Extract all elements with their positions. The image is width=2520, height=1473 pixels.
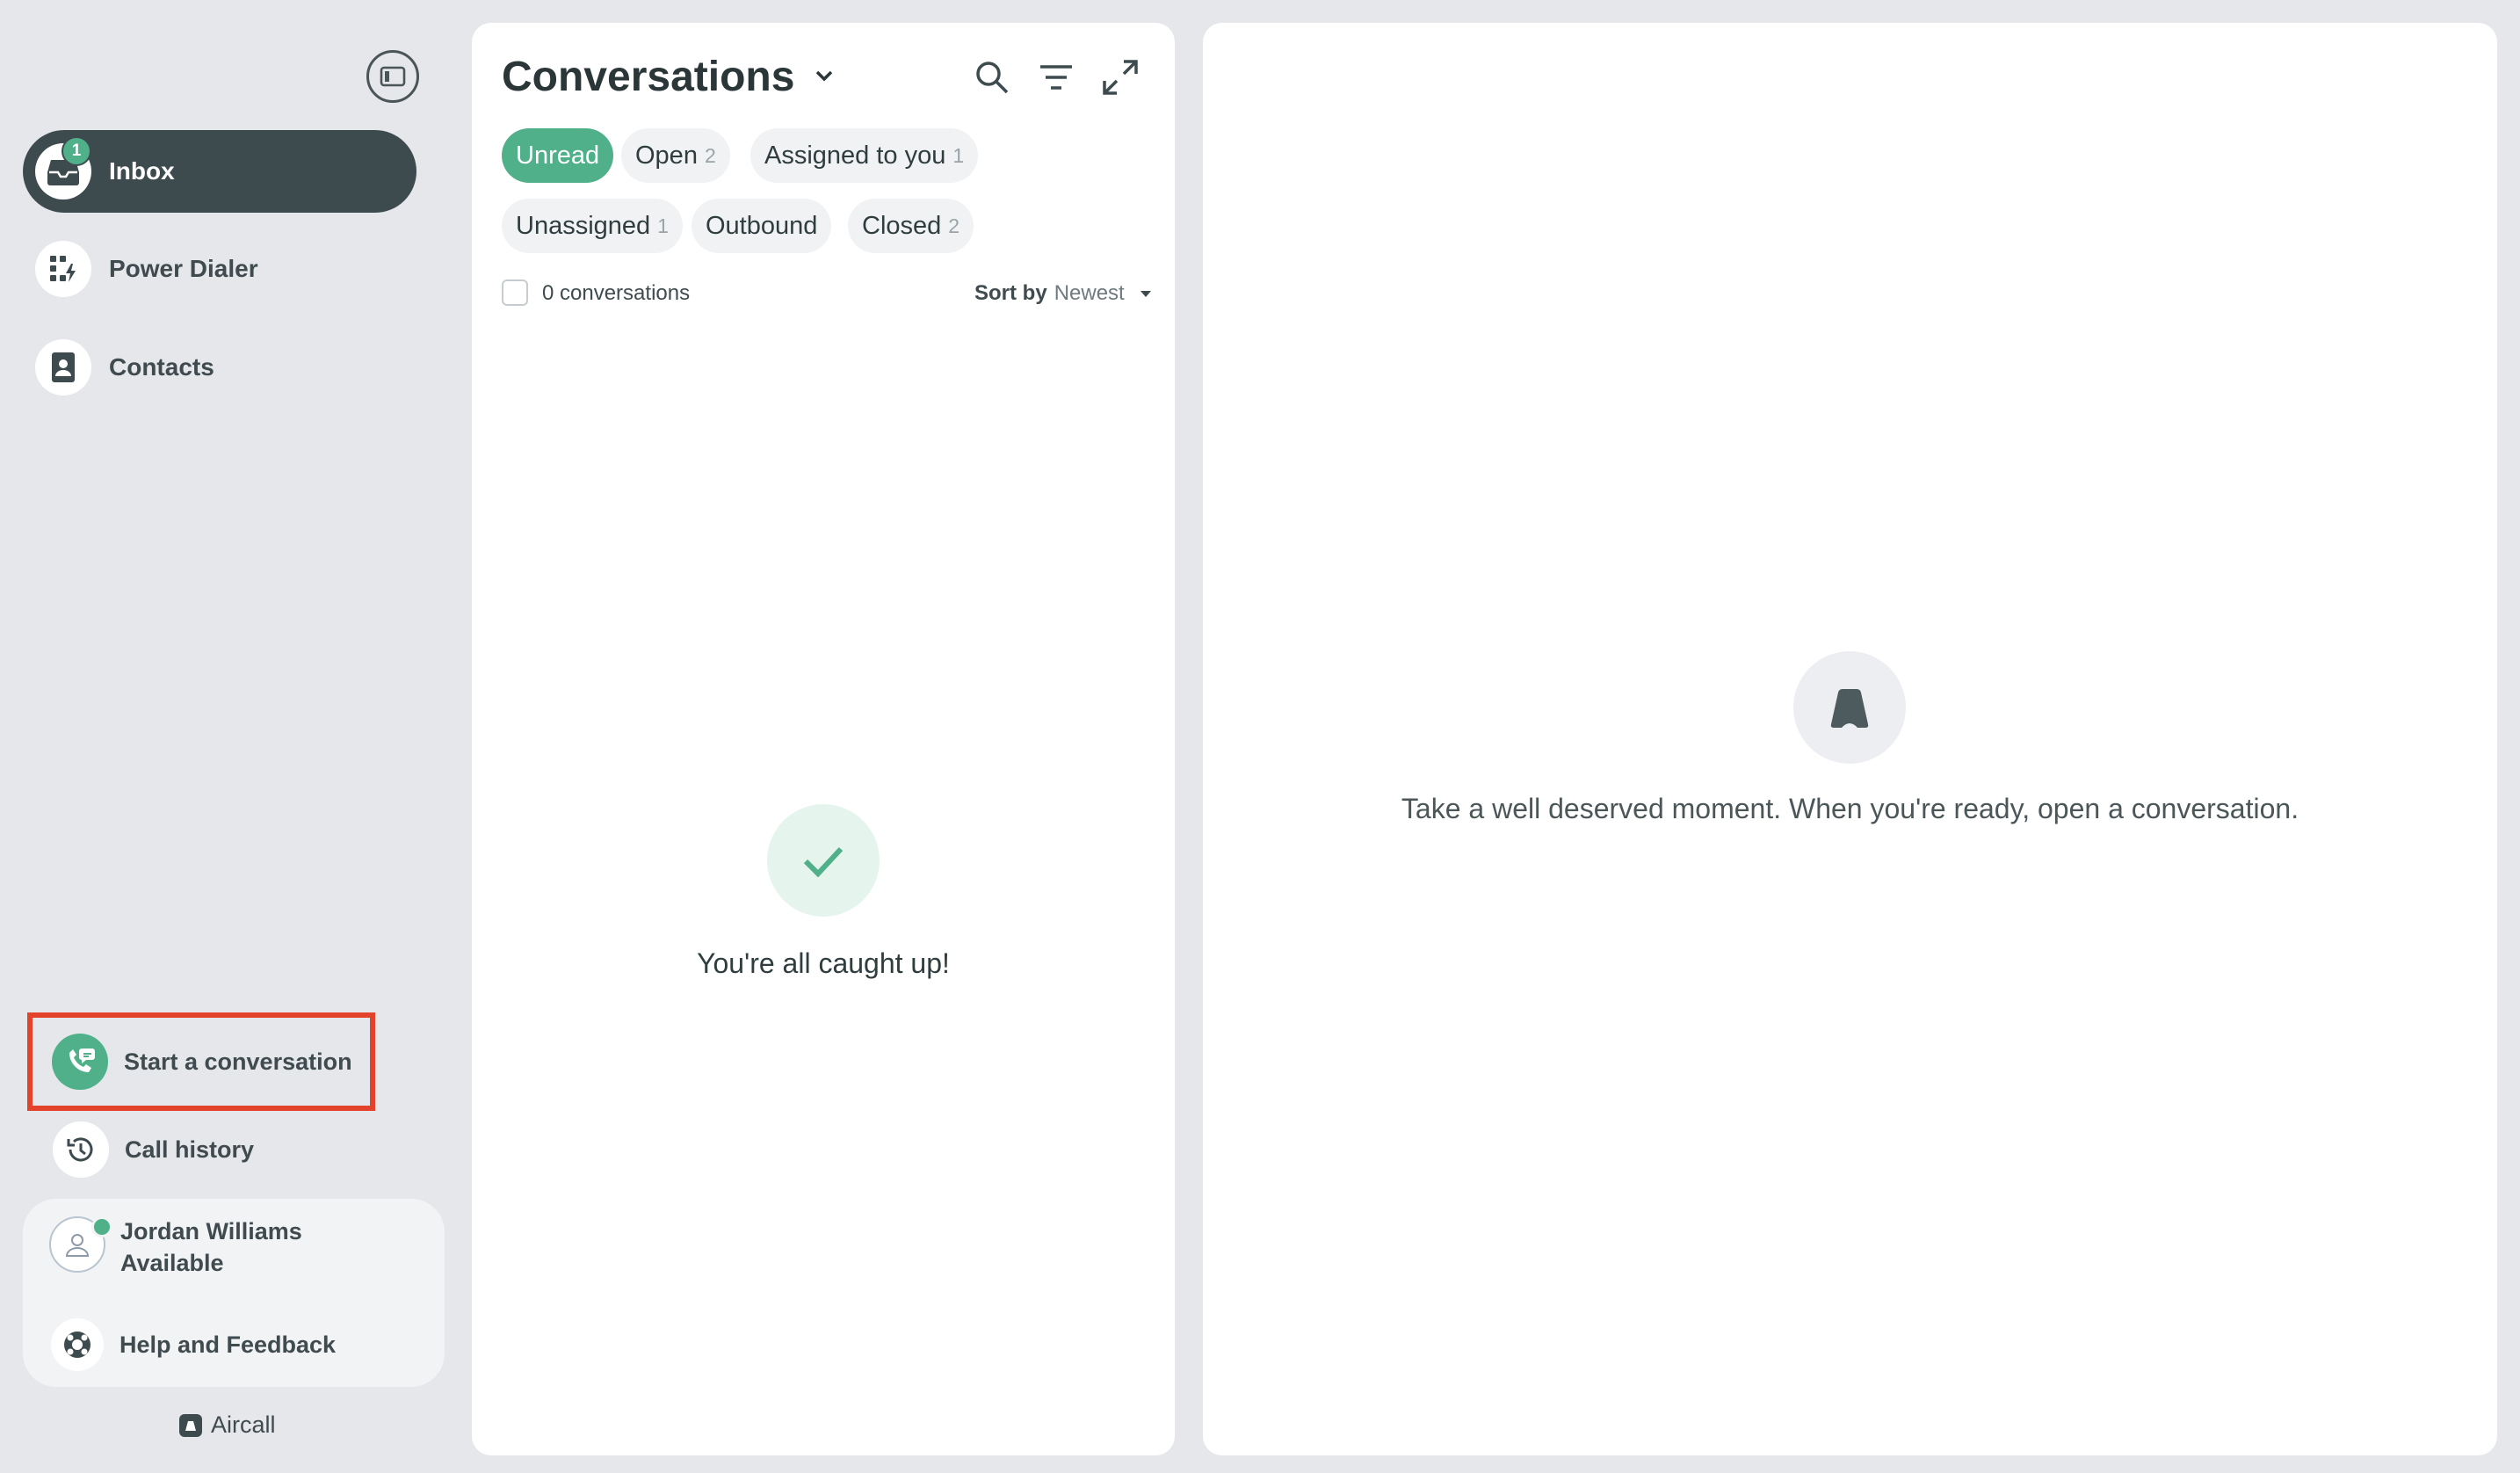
start-conversation-label: Start a conversation (124, 1048, 352, 1075)
chip-label: Unread (516, 141, 600, 170)
sort-dropdown[interactable]: Sort by Newest (974, 281, 1156, 306)
checkmark-icon (767, 804, 880, 917)
filter-icon[interactable] (1037, 58, 1075, 101)
call-history-button[interactable]: Call history (53, 1121, 254, 1178)
conversations-panel: Conversations Unread Open 2 Assigned to … (472, 23, 1175, 1455)
chevron-down-icon[interactable] (813, 67, 836, 89)
sidebar-item-label: Power Dialer (109, 255, 258, 282)
contacts-icon (35, 339, 91, 395)
chip-label: Closed (862, 211, 942, 240)
user-status[interactable]: Available (120, 1250, 224, 1277)
filter-chip-open[interactable]: Open 2 (621, 128, 730, 183)
chip-label: Unassigned (516, 211, 651, 240)
filter-chip-unassigned[interactable]: Unassigned 1 (502, 199, 683, 253)
inbox-unread-badge: 1 (62, 136, 91, 166)
sidebar-toggle-icon (380, 66, 406, 87)
chip-label: Open (635, 141, 698, 170)
user-name[interactable]: Jordan Williams (120, 1218, 302, 1245)
filter-chip-outbound[interactable]: Outbound (692, 199, 832, 253)
sort-label: Sort by (974, 281, 1047, 305)
select-all-checkbox[interactable] (502, 279, 528, 306)
sort-value: Newest (1054, 281, 1125, 305)
page-title: Conversations (502, 54, 795, 100)
aircall-logo-icon (179, 1413, 202, 1437)
empty-state-text: You're all caught up! (697, 947, 950, 979)
conversation-count: 0 conversations (542, 281, 691, 305)
start-conversation-button[interactable]: Start a conversation (27, 1012, 375, 1111)
sidebar-item-contacts[interactable]: Contacts (23, 326, 416, 409)
empty-state-message: Take a well deserved moment. When you're… (1401, 793, 2299, 824)
filter-chip-unread[interactable]: Unread (502, 128, 614, 183)
brand-name: Aircall (211, 1411, 276, 1438)
conversation-detail-panel: Take a well deserved moment. When you're… (1203, 23, 2497, 1455)
filter-chip-closed[interactable]: Closed 2 (848, 199, 974, 253)
call-history-label: Call history (125, 1136, 255, 1163)
chip-count: 2 (704, 143, 716, 167)
sidebar-item-label: Inbox (109, 157, 175, 185)
chip-count: 1 (952, 143, 965, 167)
chip-label: Assigned to you (764, 141, 946, 170)
chip-count: 2 (948, 214, 960, 237)
filter-chip-assigned-to-you[interactable]: Assigned to you 1 (750, 128, 979, 183)
user-card: Jordan Williams Available Help and Feedb… (23, 1199, 445, 1387)
aircall-logo-icon (1793, 651, 1906, 764)
chip-count: 1 (657, 214, 669, 237)
sidebar-item-power-dialer[interactable]: Power Dialer (23, 228, 416, 310)
search-icon[interactable] (973, 58, 1011, 101)
phone-chat-icon (52, 1034, 108, 1090)
status-indicator (91, 1216, 112, 1237)
history-icon (53, 1121, 109, 1178)
sidebar-item-inbox[interactable]: 1 Inbox (23, 130, 416, 213)
help-feedback-button[interactable]: Help and Feedback (51, 1318, 336, 1371)
inbox-icon: 1 (35, 136, 91, 200)
collapse-sidebar-button[interactable] (366, 50, 419, 103)
expand-icon[interactable] (1101, 58, 1140, 101)
sidebar-item-label: Contacts (109, 353, 214, 381)
user-icon (65, 1234, 90, 1257)
power-dialer-icon (35, 241, 91, 297)
help-feedback-label: Help and Feedback (119, 1331, 337, 1358)
chip-label: Outbound (706, 211, 818, 240)
brand-logo: Aircall (179, 1411, 276, 1439)
caret-down-icon (1140, 291, 1151, 297)
lifebuoy-icon (51, 1318, 104, 1371)
